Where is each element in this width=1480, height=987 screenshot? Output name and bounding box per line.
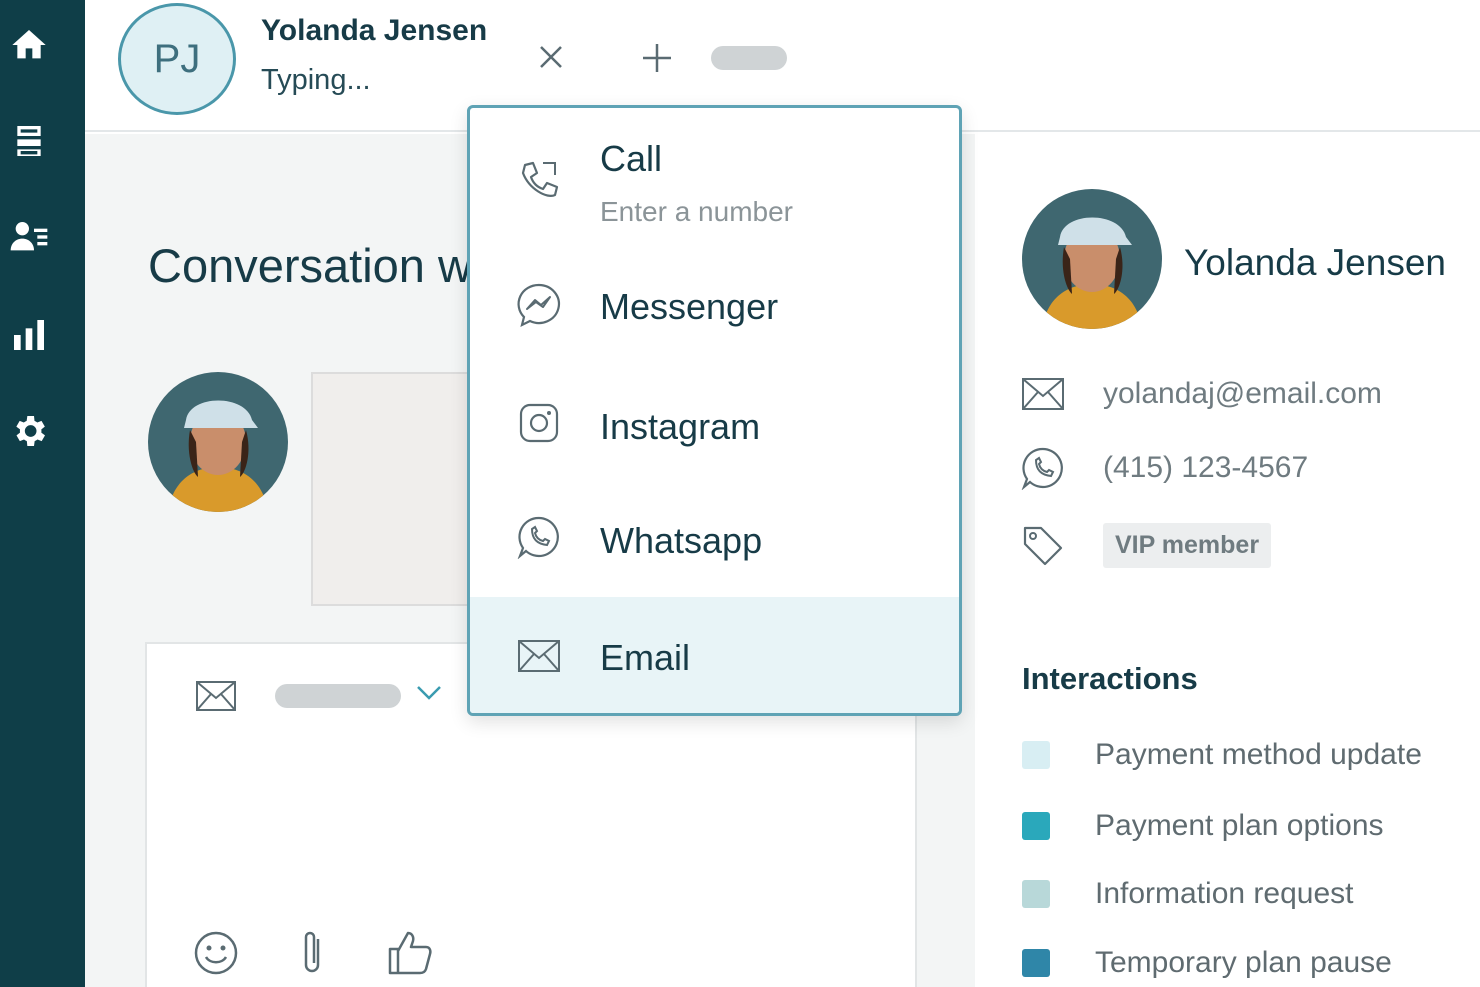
avatar-initials-text: PJ [153,36,201,81]
interaction-swatch [1022,880,1050,908]
contact-email[interactable]: yolandaj@email.com [1103,377,1382,411]
dropdown-item-label: Whatsapp [600,520,763,561]
dropdown-item-label: Messenger [600,286,779,327]
interaction-swatch [1022,949,1050,977]
home-icon[interactable] [6,22,52,68]
channel-dropdown: Call Enter a number Messenger Instagram … [467,105,962,716]
recipient-placeholder[interactable] [275,684,401,708]
inbox-icon[interactable] [6,118,52,164]
instagram-icon [514,398,564,448]
interaction-item[interactable]: Information request [1022,877,1353,910]
dropdown-item-label: Email [600,637,691,678]
interaction-item[interactable]: Temporary plan pause [1022,946,1392,979]
whatsapp-icon [1020,445,1066,491]
close-icon [540,46,562,68]
profile-name: Yolanda Jensen [1184,242,1446,283]
tag-icon [1020,523,1066,569]
dropdown-item-label: Call [600,138,663,179]
interaction-swatch [1022,812,1050,840]
email-row: yolandaj@email.com [1020,371,1382,417]
dropdown-item-messenger[interactable]: Messenger [470,248,959,358]
messenger-icon [514,280,564,330]
contacts-icon[interactable] [6,214,52,260]
contact-avatar-initials: PJ [118,3,236,115]
attach-button[interactable] [288,928,338,978]
contact-phone[interactable]: (415) 123-4567 [1103,451,1308,485]
interaction-label: Information request [1095,877,1354,910]
profile-avatar [1022,189,1162,329]
thumbs-up-icon [388,931,432,975]
plus-icon [643,44,671,72]
interaction-label: Payment plan options [1095,809,1384,842]
emoji-button[interactable] [191,928,241,978]
vip-badge: VIP member [1103,523,1272,568]
dropdown-item-call[interactable]: Call Enter a number [470,108,959,233]
dropdown-item-instagram[interactable]: Instagram [470,366,959,476]
paperclip-icon [304,931,320,973]
mail-icon [514,631,564,681]
sidebar [0,0,85,987]
dropdown-item-whatsapp[interactable]: Whatsapp [470,482,959,594]
analytics-icon[interactable] [6,312,52,358]
tab-placeholder[interactable] [711,46,787,70]
dropdown-item-subtitle: Enter a number [600,196,793,227]
settings-gear-icon[interactable] [6,408,52,454]
whatsapp-icon [514,512,564,562]
typing-status: Typing... [261,64,371,96]
dropdown-item-email[interactable]: Email [470,597,959,713]
page-title: Conversation w [148,239,472,292]
contact-panel: Yolanda Jensen yolandaj@email.com (415) … [975,134,1480,987]
message-avatar [148,372,288,512]
add-channel-button[interactable] [635,36,679,80]
dropdown-item-label: Instagram [600,406,761,447]
tag-row [1020,523,1066,569]
mail-icon [196,681,236,711]
like-button[interactable] [385,928,435,978]
interaction-item[interactable]: Payment method update [1022,738,1422,771]
mail-icon [1020,371,1066,417]
close-tab-button[interactable] [530,36,572,78]
header-contact-name: Yolanda Jensen [261,14,488,47]
phone-row: (415) 123-4567 [1020,445,1308,491]
interactions-heading: Interactions [1022,661,1198,696]
interaction-label: Temporary plan pause [1095,946,1392,979]
interaction-swatch [1022,741,1050,769]
smiley-icon [194,931,238,975]
person-photo-icon [148,372,288,512]
phone-icon [514,156,564,206]
person-photo-icon [1022,189,1162,329]
chevron-down-icon[interactable] [415,682,443,704]
interaction-label: Payment method update [1095,738,1422,771]
interaction-item[interactable]: Payment plan options [1022,809,1384,842]
